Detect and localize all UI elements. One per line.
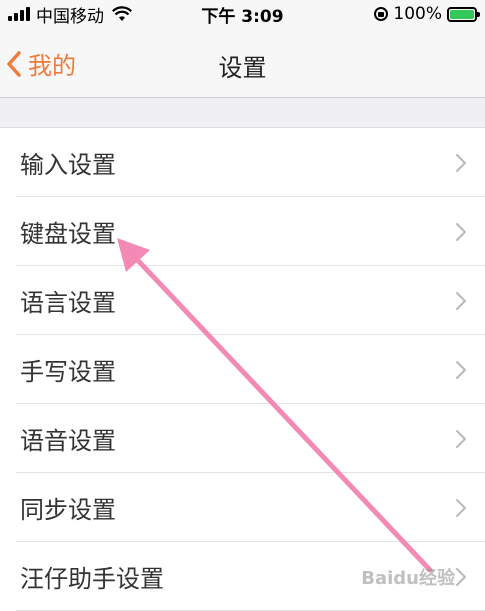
settings-item-label: 键盘设置 (20, 220, 116, 248)
chevron-right-icon (456, 292, 466, 310)
chevron-right-icon (456, 430, 466, 448)
settings-item-label: 语音设置 (20, 427, 116, 455)
settings-item-label: 语言设置 (20, 289, 116, 317)
chevron-right-icon (456, 361, 466, 379)
settings-item-label: 汪仔助手设置 (20, 565, 164, 593)
navigation-bar: 我的 设置 (0, 28, 485, 98)
settings-item-label: 同步设置 (20, 496, 116, 524)
wifi-icon (112, 6, 132, 21)
watermark: Baidu经验 (361, 568, 455, 589)
signal-icon (8, 7, 30, 21)
battery-icon (447, 6, 480, 22)
settings-item-handwriting[interactable]: 手写设置 (0, 335, 485, 404)
settings-list: 输入设置 键盘设置 语言设置 手写设置 语音设置 同步设置 汪仔助手设置 (0, 128, 485, 611)
settings-item-keyboard[interactable]: 键盘设置 (0, 197, 485, 266)
chevron-right-icon (456, 154, 466, 172)
battery-percent: 100% (393, 4, 442, 24)
settings-item-sync[interactable]: 同步设置 (0, 473, 485, 542)
page-title: 设置 (218, 54, 267, 82)
chevron-right-icon (456, 568, 466, 586)
orientation-lock-icon (374, 7, 389, 21)
chevron-right-icon (456, 499, 466, 517)
settings-item-language[interactable]: 语言设置 (0, 266, 485, 335)
carrier-name: 中国移动 (36, 6, 104, 27)
settings-item-label: 输入设置 (20, 151, 116, 179)
chevron-right-icon (456, 223, 466, 241)
status-bar: 中国移动 下午 3:09 100% (0, 0, 485, 28)
section-spacer (0, 98, 485, 128)
settings-item-voice[interactable]: 语音设置 (0, 404, 485, 473)
settings-item-label: 手写设置 (20, 358, 116, 386)
settings-item-input[interactable]: 输入设置 (0, 128, 485, 197)
